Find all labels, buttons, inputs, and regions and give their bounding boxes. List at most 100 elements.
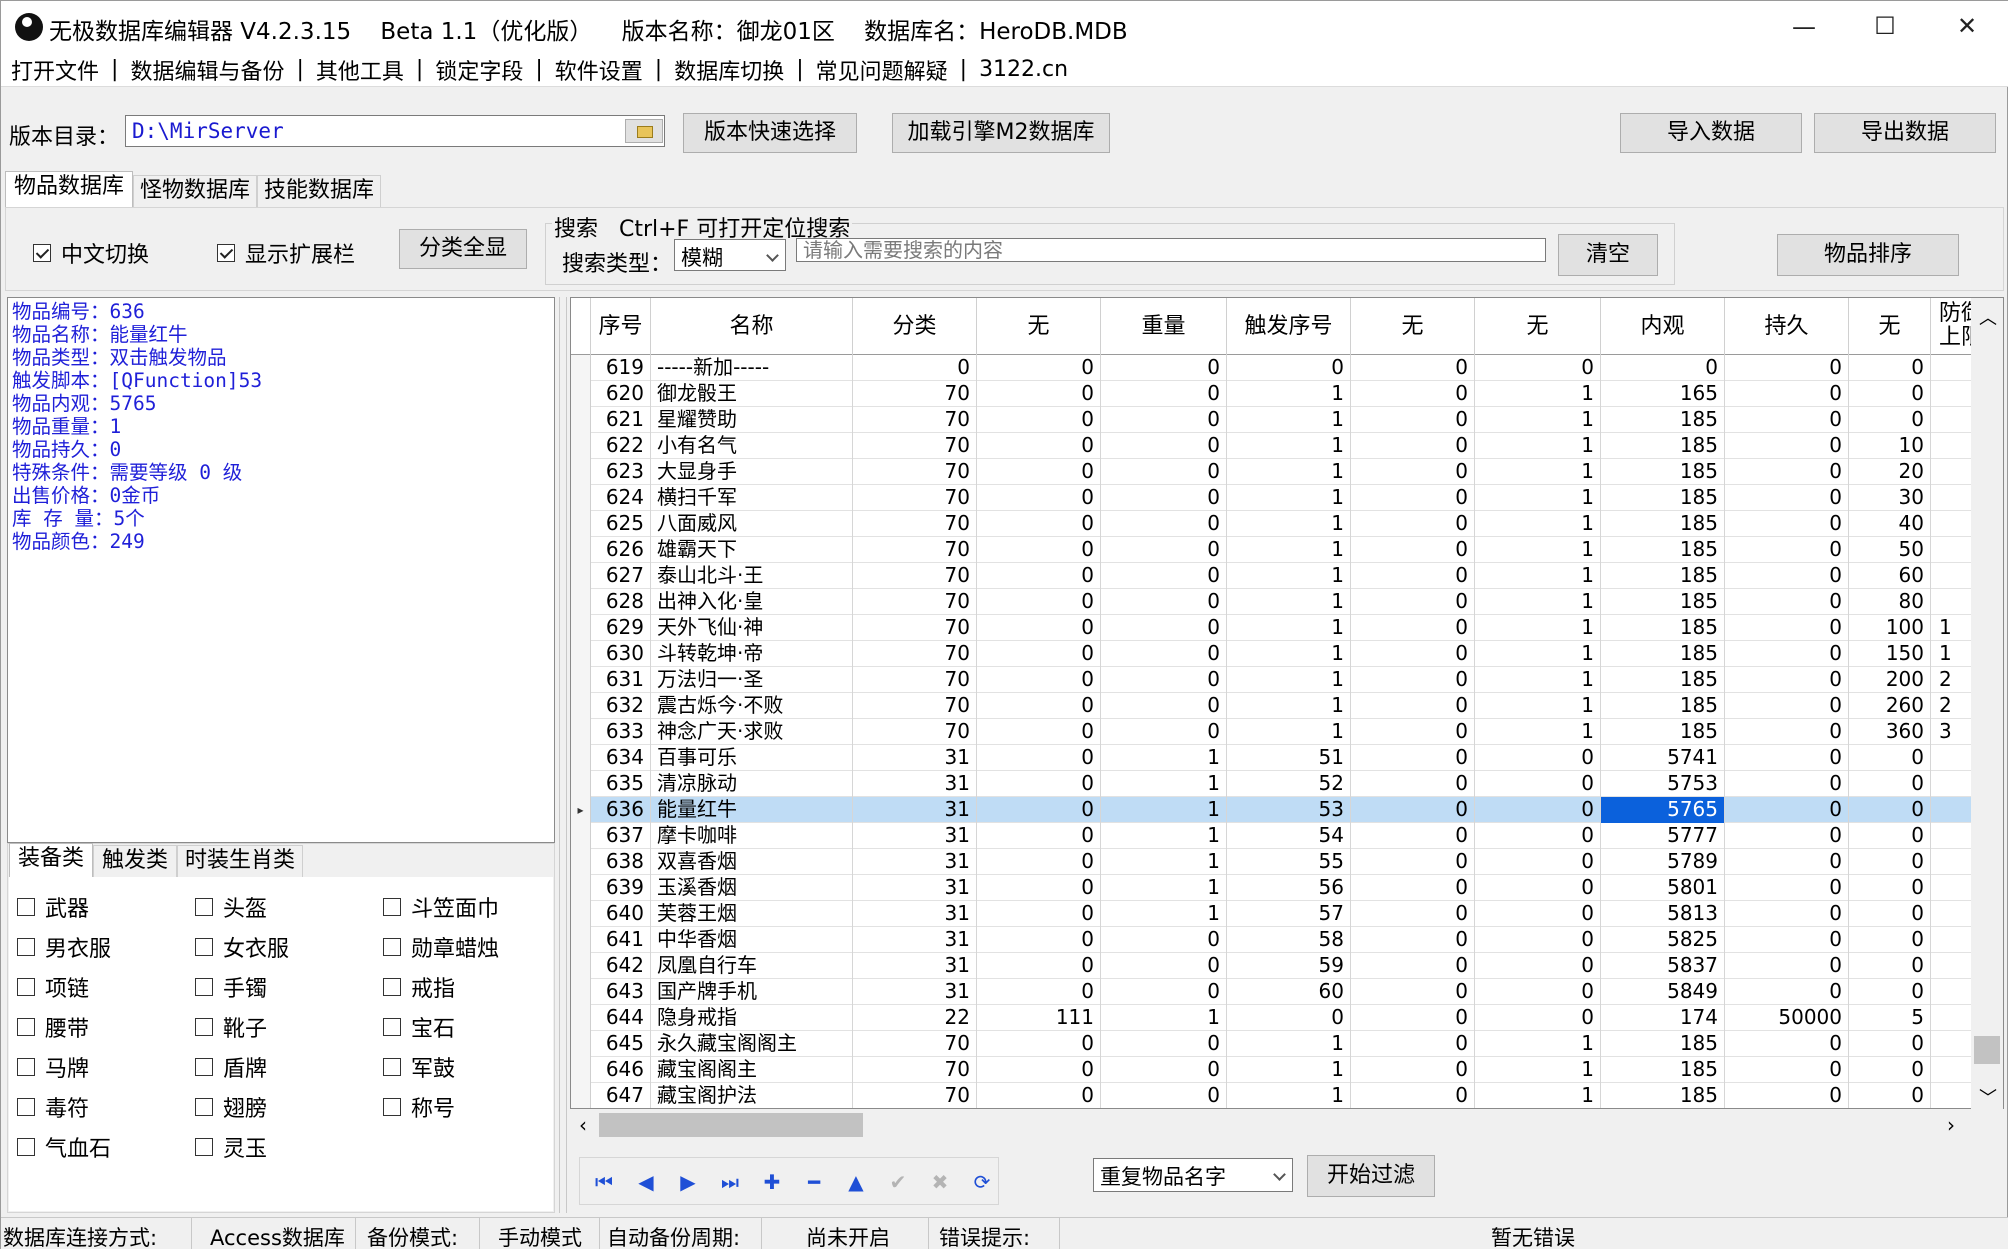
- table-cell[interactable]: 1: [1101, 1005, 1227, 1031]
- close-button[interactable]: ✕: [1926, 0, 2008, 52]
- table-cell[interactable]: 31: [853, 901, 977, 927]
- first-icon[interactable]: ⏮: [588, 1166, 620, 1198]
- table-cell[interactable]: 1: [1227, 511, 1351, 537]
- table-cell[interactable]: 0: [977, 1031, 1101, 1057]
- table-cell[interactable]: 0: [1101, 355, 1227, 381]
- table-cell[interactable]: 0: [1725, 589, 1849, 615]
- menu-item-6[interactable]: 常见问题解疑: [812, 54, 952, 86]
- row-header[interactable]: [571, 693, 591, 719]
- table-cell[interactable]: 0: [1351, 433, 1475, 459]
- row-header[interactable]: [571, 745, 591, 771]
- table-cell[interactable]: 0: [1725, 719, 1849, 745]
- table-row[interactable]: 631 万法归一·圣 70 0 0 1 0 1 185 0 200 2: [571, 667, 1991, 693]
- table-cell[interactable]: 5849: [1601, 979, 1725, 1005]
- table-cell[interactable]: 0: [977, 667, 1101, 693]
- table-cell[interactable]: 0: [977, 927, 1101, 953]
- table-cell[interactable]: 1: [1475, 433, 1601, 459]
- table-cell[interactable]: 70: [853, 485, 977, 511]
- table-cell[interactable]: 0: [1475, 979, 1601, 1005]
- scroll-down-icon[interactable]: ﹀: [1979, 1084, 1997, 1110]
- column-header[interactable]: 无: [1849, 298, 1931, 355]
- table-cell[interactable]: 0: [977, 1083, 1101, 1108]
- table-row[interactable]: 641 中华香烟 31 0 0 58 0 0 5825 0 0: [571, 927, 1991, 953]
- table-cell[interactable]: 0: [1475, 849, 1601, 875]
- table-cell[interactable]: 0: [1475, 1005, 1601, 1031]
- table-cell[interactable]: 1: [1101, 797, 1227, 823]
- table-cell[interactable]: 185: [1601, 459, 1725, 485]
- table-row[interactable]: 634 百事可乐 31 0 1 51 0 0 5741 0 0: [571, 745, 1991, 771]
- table-cell[interactable]: 0: [1725, 641, 1849, 667]
- category-checkbox[interactable]: 武器: [17, 891, 89, 923]
- cancel-icon[interactable]: ✖: [924, 1166, 956, 1198]
- table-cell[interactable]: 0: [1101, 537, 1227, 563]
- table-cell[interactable]: 清凉脉动: [651, 771, 853, 797]
- table-cell[interactable]: 644: [591, 1005, 651, 1031]
- table-cell[interactable]: 59: [1227, 953, 1351, 979]
- table-cell[interactable]: 620: [591, 381, 651, 407]
- table-cell[interactable]: 0: [1351, 901, 1475, 927]
- table-cell[interactable]: 0: [1351, 511, 1475, 537]
- table-cell[interactable]: 神念广天·求败: [651, 719, 853, 745]
- dir-input[interactable]: D:\MirServer: [125, 115, 665, 147]
- table-row[interactable]: 637 摩卡咖啡 31 0 1 54 0 0 5777 0 0: [571, 823, 1991, 849]
- table-cell[interactable]: 0: [1849, 381, 1931, 407]
- table-cell[interactable]: 10: [1849, 433, 1931, 459]
- table-cell[interactable]: 638: [591, 849, 651, 875]
- table-cell[interactable]: 0: [1849, 1031, 1931, 1057]
- table-cell[interactable]: 0: [1351, 589, 1475, 615]
- row-header[interactable]: [571, 485, 591, 511]
- table-cell[interactable]: 70: [853, 641, 977, 667]
- table-cell[interactable]: 185: [1601, 1083, 1725, 1108]
- table-cell[interactable]: 0: [1849, 901, 1931, 927]
- refresh-icon[interactable]: ⟳: [966, 1166, 998, 1198]
- table-cell[interactable]: 斗转乾坤·帝: [651, 641, 853, 667]
- category-checkbox[interactable]: 男衣服: [17, 931, 111, 963]
- table-cell[interactable]: 0: [1475, 927, 1601, 953]
- table-cell[interactable]: 70: [853, 433, 977, 459]
- table-cell[interactable]: 633: [591, 719, 651, 745]
- table-row[interactable]: 626 雄霸天下 70 0 0 1 0 1 185 0 50: [571, 537, 1991, 563]
- column-header[interactable]: 无: [977, 298, 1101, 355]
- table-cell[interactable]: 0: [977, 537, 1101, 563]
- table-cell[interactable]: 150: [1849, 641, 1931, 667]
- table-cell[interactable]: 0: [1101, 641, 1227, 667]
- table-cell[interactable]: 1: [1475, 537, 1601, 563]
- table-cell[interactable]: 53: [1227, 797, 1351, 823]
- table-cell[interactable]: 0: [1601, 355, 1725, 381]
- table-cell[interactable]: 1: [1227, 485, 1351, 511]
- column-header[interactable]: 分类: [853, 298, 977, 355]
- table-cell[interactable]: 0: [977, 433, 1101, 459]
- menu-item-1[interactable]: 数据编辑与备份: [126, 54, 288, 86]
- row-header[interactable]: [571, 719, 591, 745]
- table-cell[interactable]: 111: [977, 1005, 1101, 1031]
- table-row[interactable]: 623 大显身手 70 0 0 1 0 1 185 0 20: [571, 459, 1991, 485]
- table-cell[interactable]: 0: [1475, 901, 1601, 927]
- table-cell[interactable]: 0: [977, 979, 1101, 1005]
- table-cell[interactable]: 0: [1725, 433, 1849, 459]
- table-cell[interactable]: 31: [853, 953, 977, 979]
- table-cell[interactable]: 624: [591, 485, 651, 511]
- table-cell[interactable]: 0: [1849, 1057, 1931, 1083]
- menu-item-4[interactable]: 软件设置: [551, 54, 647, 86]
- table-cell[interactable]: 0: [1351, 745, 1475, 771]
- row-header[interactable]: [571, 849, 591, 875]
- table-cell[interactable]: 626: [591, 537, 651, 563]
- scroll-thumb[interactable]: [1974, 1036, 2000, 1064]
- table-cell[interactable]: 629: [591, 615, 651, 641]
- table-cell[interactable]: 54: [1227, 823, 1351, 849]
- category-checkbox[interactable]: 靴子: [195, 1011, 267, 1043]
- table-cell[interactable]: 623: [591, 459, 651, 485]
- table-cell[interactable]: 1: [1475, 485, 1601, 511]
- table-cell[interactable]: 1: [1227, 615, 1351, 641]
- sort-button[interactable]: 物品排序: [1777, 234, 1959, 276]
- table-cell[interactable]: 0: [1351, 719, 1475, 745]
- table-row[interactable]: 620 御龙骰王 70 0 0 1 0 1 165 0 0: [571, 381, 1991, 407]
- table-cell[interactable]: 5801: [1601, 875, 1725, 901]
- table-cell[interactable]: 0: [1725, 771, 1849, 797]
- category-checkbox[interactable]: 戒指: [383, 971, 455, 1003]
- table-cell[interactable]: 0: [977, 407, 1101, 433]
- scroll-left-icon[interactable]: ‹: [579, 1113, 587, 1137]
- table-cell[interactable]: 0: [1725, 485, 1849, 511]
- table-cell[interactable]: 60: [1227, 979, 1351, 1005]
- table-cell[interactable]: 100: [1849, 615, 1931, 641]
